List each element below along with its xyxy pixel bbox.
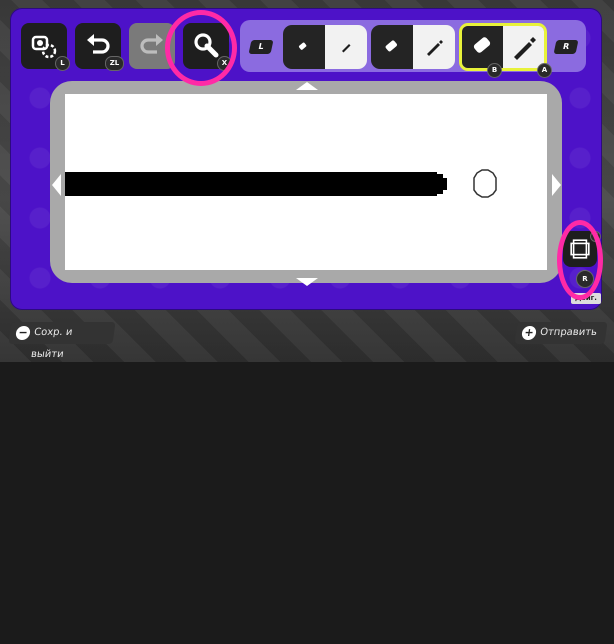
save-and-exit-button[interactable]: − Сохр. и выйти <box>8 322 116 360</box>
brush-cursor <box>473 169 497 198</box>
drawing-canvas[interactable] <box>65 94 547 270</box>
right-shoulder-tag: R <box>553 40 579 54</box>
frame-highlight-ring <box>557 220 603 300</box>
pencil-badge: A <box>537 63 552 78</box>
canvas-drawing <box>65 169 497 198</box>
send-label: Отправить <box>539 327 598 338</box>
medium-eraser-button[interactable] <box>371 25 413 69</box>
undo-button[interactable]: ZL <box>75 23 124 71</box>
scroll-up-arrow[interactable] <box>296 82 318 90</box>
drawn-stroke <box>65 172 447 196</box>
brush-size-small[interactable] <box>283 25 367 69</box>
scroll-left-arrow[interactable] <box>52 174 61 196</box>
large-eraser-button[interactable] <box>462 26 503 68</box>
small-eraser-button[interactable] <box>283 25 325 69</box>
eraser-badge: B <box>487 63 502 78</box>
zoom-highlight-ring <box>165 10 237 86</box>
stamp-button[interactable]: L <box>21 23 70 71</box>
send-button[interactable]: + Отправить <box>514 322 608 344</box>
pencil-icon <box>513 37 536 60</box>
brush-size-medium[interactable] <box>371 25 455 69</box>
left-shoulder-tag: L <box>248 40 274 54</box>
eraser-icon <box>298 42 307 50</box>
minus-icon: − <box>15 326 31 340</box>
undo-badge: ZL <box>105 56 124 71</box>
eraser-icon <box>473 37 490 53</box>
small-pencil-button[interactable] <box>325 25 367 69</box>
scroll-right-arrow[interactable] <box>552 174 561 196</box>
plus-icon: + <box>521 326 537 340</box>
scroll-down-arrow[interactable] <box>296 278 318 286</box>
brush-size-large-selected[interactable] <box>459 23 547 71</box>
pencil-icon <box>342 44 351 53</box>
stamp-badge: L <box>55 56 70 71</box>
pencil-icon <box>427 40 443 56</box>
stamp-icon <box>31 35 57 59</box>
lower-empty-area <box>0 362 614 644</box>
eraser-icon <box>385 40 397 52</box>
medium-pencil-button[interactable] <box>413 25 455 69</box>
redo-icon <box>140 34 163 54</box>
large-pencil-button[interactable] <box>503 26 544 68</box>
